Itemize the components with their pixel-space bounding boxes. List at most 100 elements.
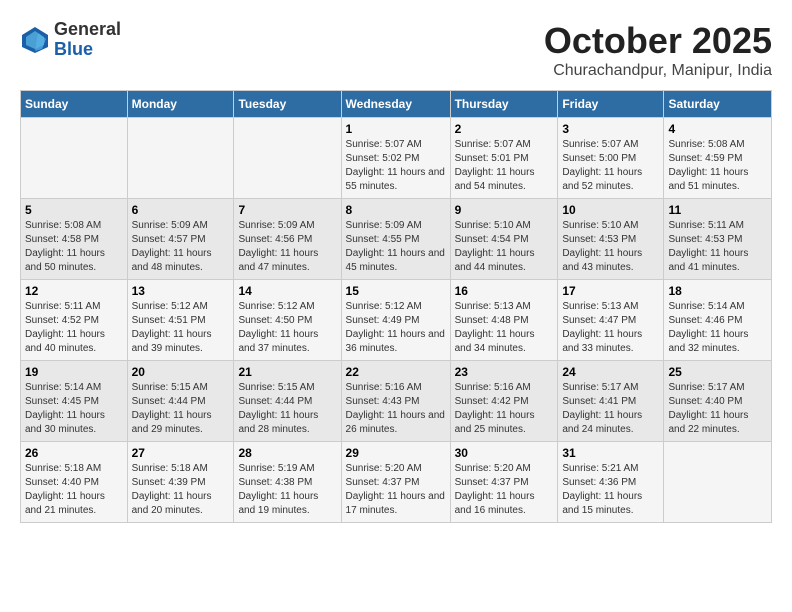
day-cell: 23 Sunrise: 5:16 AMSunset: 4:42 PMDayligh… [450,361,558,442]
day-number: 10 [562,203,659,217]
day-cell: 29 Sunrise: 5:20 AMSunset: 4:37 PMDayligh… [341,442,450,523]
day-cell: 13 Sunrise: 5:12 AMSunset: 4:51 PMDayligh… [127,280,234,361]
day-info: Sunrise: 5:14 AMSunset: 4:46 PMDaylight:… [668,301,748,354]
day-number: 2 [455,122,554,136]
day-info: Sunrise: 5:11 AMSunset: 4:53 PMDaylight:… [668,220,748,273]
day-cell: 31 Sunrise: 5:21 AMSunset: 4:36 PMDayligh… [558,442,664,523]
day-info: Sunrise: 5:10 AMSunset: 4:53 PMDaylight:… [562,220,642,273]
day-info: Sunrise: 5:12 AMSunset: 4:51 PMDaylight:… [132,301,212,354]
day-number: 24 [562,365,659,379]
logo-line1: General [54,20,121,40]
week-row-1: 1 Sunrise: 5:07 AMSunset: 5:02 PMDaylight… [21,118,772,199]
day-number: 22 [346,365,446,379]
day-number: 20 [132,365,230,379]
day-info: Sunrise: 5:12 AMSunset: 4:49 PMDaylight:… [346,301,445,354]
col-header-saturday: Saturday [664,91,772,118]
title-block: October 2025 Churachandpur, Manipur, Ind… [544,20,772,80]
day-info: Sunrise: 5:16 AMSunset: 4:42 PMDaylight:… [455,382,535,435]
day-number: 27 [132,446,230,460]
day-info: Sunrise: 5:08 AMSunset: 4:59 PMDaylight:… [668,139,748,192]
day-info: Sunrise: 5:18 AMSunset: 4:39 PMDaylight:… [132,463,212,516]
day-cell: 24 Sunrise: 5:17 AMSunset: 4:41 PMDayligh… [558,361,664,442]
day-info: Sunrise: 5:18 AMSunset: 4:40 PMDaylight:… [25,463,105,516]
day-number: 26 [25,446,123,460]
day-number: 5 [25,203,123,217]
day-info: Sunrise: 5:10 AMSunset: 4:54 PMDaylight:… [455,220,535,273]
day-number: 15 [346,284,446,298]
day-cell [664,442,772,523]
day-cell: 28Sunrise: 5:19 AMSunset: 4:38 PMDayligh… [234,442,341,523]
day-info: Sunrise: 5:14 AMSunset: 4:45 PMDaylight:… [25,382,105,435]
logo: General Blue [20,20,121,60]
day-cell: 18 Sunrise: 5:14 AMSunset: 4:46 PMDayligh… [664,280,772,361]
header-row: SundayMondayTuesdayWednesdayThursdayFrid… [21,91,772,118]
week-row-4: 19 Sunrise: 5:14 AMSunset: 4:45 PMDayligh… [21,361,772,442]
day-info: Sunrise: 5:07 AMSunset: 5:02 PMDaylight:… [346,139,445,192]
day-number: 13 [132,284,230,298]
day-info: Sunrise: 5:09 AMSunset: 4:55 PMDaylight:… [346,220,445,273]
day-info: Sunrise: 5:09 AMSunset: 4:56 PMDaylight:… [238,220,318,273]
day-info: Sunrise: 5:15 AMSunset: 4:44 PMDaylight:… [132,382,212,435]
day-cell: 7 Sunrise: 5:09 AMSunset: 4:56 PMDaylight… [234,199,341,280]
day-number: 3 [562,122,659,136]
day-info: Sunrise: 5:08 AMSunset: 4:58 PMDaylight:… [25,220,105,273]
day-number: 18 [668,284,767,298]
day-cell [21,118,128,199]
day-cell: 16Sunrise: 5:13 AMSunset: 4:48 PMDayligh… [450,280,558,361]
day-number: 4 [668,122,767,136]
col-header-friday: Friday [558,91,664,118]
day-number: 9 [455,203,554,217]
day-info: Sunrise: 5:15 AMSunset: 4:44 PMDaylight:… [238,382,318,435]
day-info: Sunrise: 5:20 AMSunset: 4:37 PMDaylight:… [346,463,445,516]
day-number: 12 [25,284,123,298]
day-cell: 5 Sunrise: 5:08 AMSunset: 4:58 PMDaylight… [21,199,128,280]
day-number: 31 [562,446,659,460]
day-number: 25 [668,365,767,379]
day-number: 21 [238,365,336,379]
day-cell: 1 Sunrise: 5:07 AMSunset: 5:02 PMDaylight… [341,118,450,199]
day-info: Sunrise: 5:16 AMSunset: 4:43 PMDaylight:… [346,382,445,435]
day-cell: 3 Sunrise: 5:07 AMSunset: 5:00 PMDaylight… [558,118,664,199]
day-info: Sunrise: 5:21 AMSunset: 4:36 PMDaylight:… [562,463,642,516]
day-number: 30 [455,446,554,460]
day-cell: 14 Sunrise: 5:12 AMSunset: 4:50 PMDayligh… [234,280,341,361]
col-header-thursday: Thursday [450,91,558,118]
day-info: Sunrise: 5:07 AMSunset: 5:01 PMDaylight:… [455,139,535,192]
page-header: General Blue October 2025 Churachandpur,… [20,20,772,80]
week-row-2: 5 Sunrise: 5:08 AMSunset: 4:58 PMDaylight… [21,199,772,280]
day-info: Sunrise: 5:17 AMSunset: 4:40 PMDaylight:… [668,382,748,435]
page-title: October 2025 [544,20,772,62]
col-header-tuesday: Tuesday [234,91,341,118]
day-cell: 8 Sunrise: 5:09 AMSunset: 4:55 PMDaylight… [341,199,450,280]
day-number: 1 [346,122,446,136]
day-cell: 17 Sunrise: 5:13 AMSunset: 4:47 PMDayligh… [558,280,664,361]
day-number: 23 [455,365,554,379]
day-number: 14 [238,284,336,298]
day-cell: 26 Sunrise: 5:18 AMSunset: 4:40 PMDayligh… [21,442,128,523]
logo-text: General Blue [54,20,121,60]
day-cell: 12Sunrise: 5:11 AMSunset: 4:52 PMDayligh… [21,280,128,361]
day-cell [127,118,234,199]
day-cell: 20 Sunrise: 5:15 AMSunset: 4:44 PMDayligh… [127,361,234,442]
day-number: 17 [562,284,659,298]
col-header-wednesday: Wednesday [341,91,450,118]
day-info: Sunrise: 5:20 AMSunset: 4:37 PMDaylight:… [455,463,535,516]
day-number: 8 [346,203,446,217]
col-header-monday: Monday [127,91,234,118]
day-number: 7 [238,203,336,217]
day-number: 29 [346,446,446,460]
day-info: Sunrise: 5:13 AMSunset: 4:47 PMDaylight:… [562,301,642,354]
day-info: Sunrise: 5:17 AMSunset: 4:41 PMDaylight:… [562,382,642,435]
week-row-5: 26 Sunrise: 5:18 AMSunset: 4:40 PMDayligh… [21,442,772,523]
day-cell: 6Sunrise: 5:09 AMSunset: 4:57 PMDaylight… [127,199,234,280]
page-subtitle: Churachandpur, Manipur, India [544,62,772,80]
logo-icon [20,25,50,55]
day-cell: 4 Sunrise: 5:08 AMSunset: 4:59 PMDaylight… [664,118,772,199]
day-number: 19 [25,365,123,379]
day-number: 11 [668,203,767,217]
day-cell: 30 Sunrise: 5:20 AMSunset: 4:37 PMDayligh… [450,442,558,523]
day-info: Sunrise: 5:07 AMSunset: 5:00 PMDaylight:… [562,139,642,192]
day-cell: 10 Sunrise: 5:10 AMSunset: 4:53 PMDayligh… [558,199,664,280]
day-number: 28 [238,446,336,460]
day-info: Sunrise: 5:12 AMSunset: 4:50 PMDaylight:… [238,301,318,354]
